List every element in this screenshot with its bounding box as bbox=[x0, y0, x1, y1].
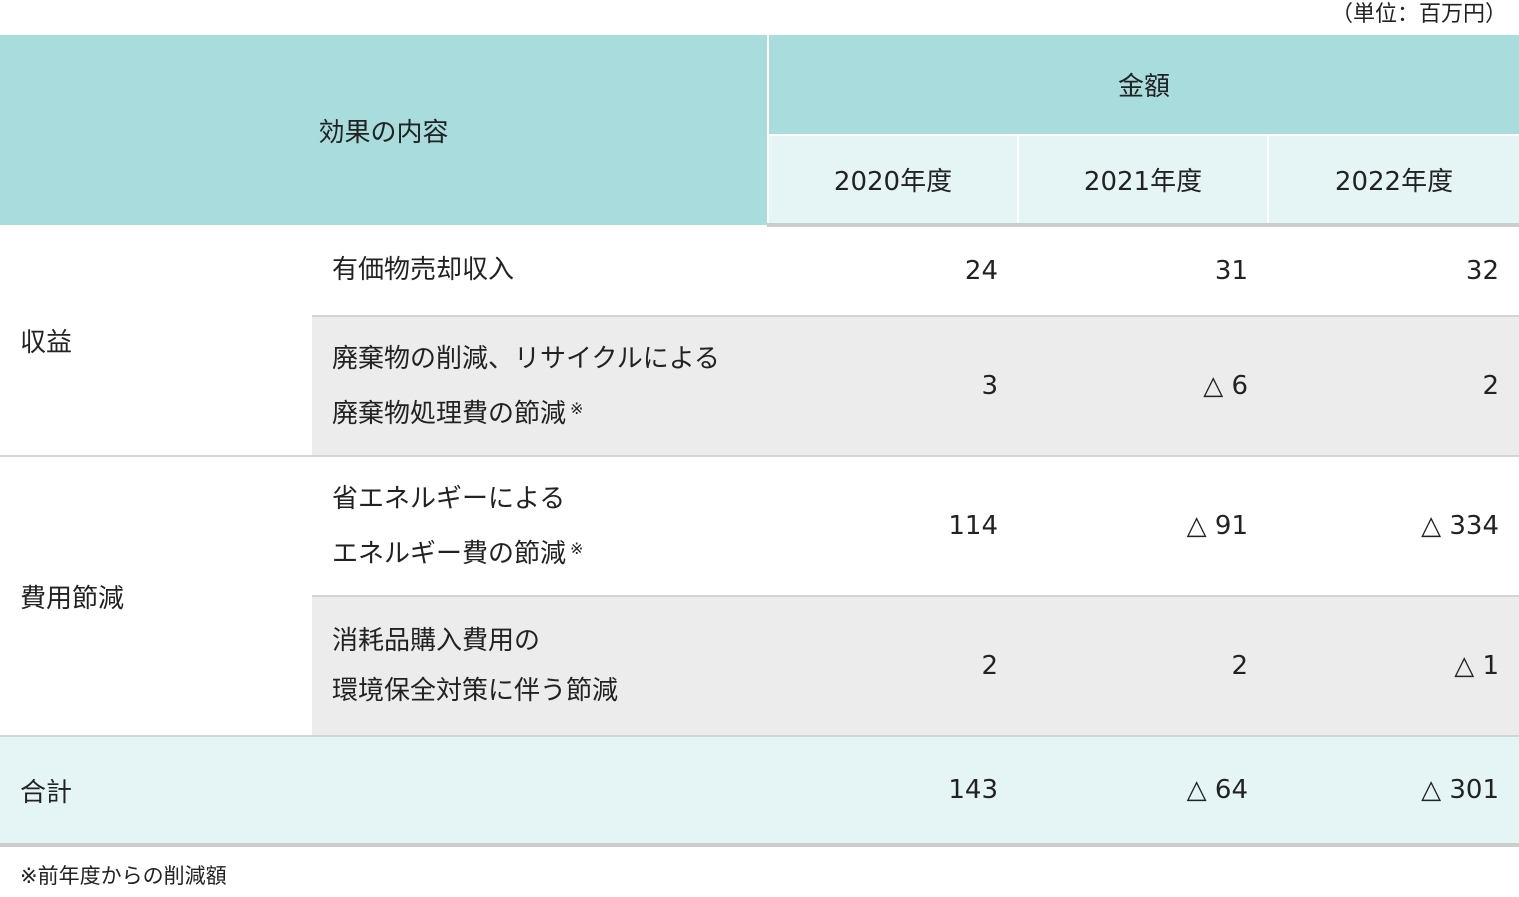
item-label-line1: 廃棄物の削減、リサイクルによる bbox=[332, 343, 720, 374]
total-2022: △ 301 bbox=[1268, 736, 1519, 847]
total-2020: 143 bbox=[768, 736, 1019, 847]
value-2022: 2 bbox=[1268, 316, 1519, 457]
item-label-line1: 消耗品購入費用の bbox=[332, 626, 541, 656]
value-2020: 2 bbox=[768, 596, 1019, 737]
item-label-line2: 廃棄物処理費の節減 bbox=[332, 398, 567, 429]
table-row: 費用節減 省エネルギーによる エネルギー費の節減 ※ 114 △ 91 △ 334 bbox=[0, 456, 1519, 737]
total-row: 合計 143 △ 64 △ 301 bbox=[0, 736, 1519, 847]
header-row-top: 効果の内容 金額 bbox=[0, 35, 1519, 225]
footnote-mark: ※ bbox=[570, 398, 584, 418]
footnote: ※前年度からの削減額 bbox=[20, 864, 227, 888]
total-2021: △ 64 bbox=[1018, 736, 1269, 847]
value-2020: 3 bbox=[768, 316, 1019, 457]
header-amount: 金額 bbox=[767, 35, 1519, 136]
environmental-accounting-table: 効果の内容 金額 2020年度 2021年度 2022年度 収益 有価物売却収入… bbox=[0, 35, 1519, 847]
value-2021: △ 91 bbox=[1018, 456, 1269, 597]
value-2022: 32 bbox=[1268, 225, 1519, 317]
footnote-mark: ※ bbox=[570, 538, 584, 558]
item-label: 有価物売却収入 bbox=[312, 225, 769, 317]
item-label: 省エネルギーによる エネルギー費の節減 ※ bbox=[312, 456, 769, 597]
category-cost-reduction: 費用節減 bbox=[0, 456, 312, 737]
header-year-2020: 2020年度 bbox=[767, 135, 1019, 227]
table-row: 収益 有価物売却収入 24 31 32 bbox=[0, 225, 1519, 457]
item-label: 廃棄物の削減、リサイクルによる 廃棄物処理費の節減 ※ bbox=[312, 316, 769, 457]
category-revenue: 収益 bbox=[0, 225, 312, 457]
item-label: 消耗品購入費用の 環境保全対策に伴う節減 bbox=[312, 596, 769, 737]
value-2020: 114 bbox=[768, 456, 1019, 597]
total-label: 合計 bbox=[0, 736, 769, 847]
header-content: 効果の内容 bbox=[0, 35, 769, 225]
value-2022: △ 1 bbox=[1268, 596, 1519, 737]
value-2021: △ 6 bbox=[1018, 316, 1269, 457]
value-2021: 31 bbox=[1018, 225, 1269, 317]
unit-note: （単位：百万円） bbox=[1330, 2, 1507, 27]
header-year-2021: 2021年度 bbox=[1017, 135, 1269, 227]
item-label-line1: 省エネルギーによる bbox=[332, 483, 566, 514]
value-2020: 24 bbox=[768, 225, 1019, 317]
item-label-line2: エネルギー費の節減 bbox=[332, 538, 567, 569]
item-label-line2: 環境保全対策に伴う節減 bbox=[332, 676, 619, 706]
item-label-line1: 有価物売却収入 bbox=[332, 255, 515, 285]
value-2021: 2 bbox=[1018, 596, 1269, 737]
value-2022: △ 334 bbox=[1268, 456, 1519, 597]
header-year-2022: 2022年度 bbox=[1267, 135, 1519, 227]
